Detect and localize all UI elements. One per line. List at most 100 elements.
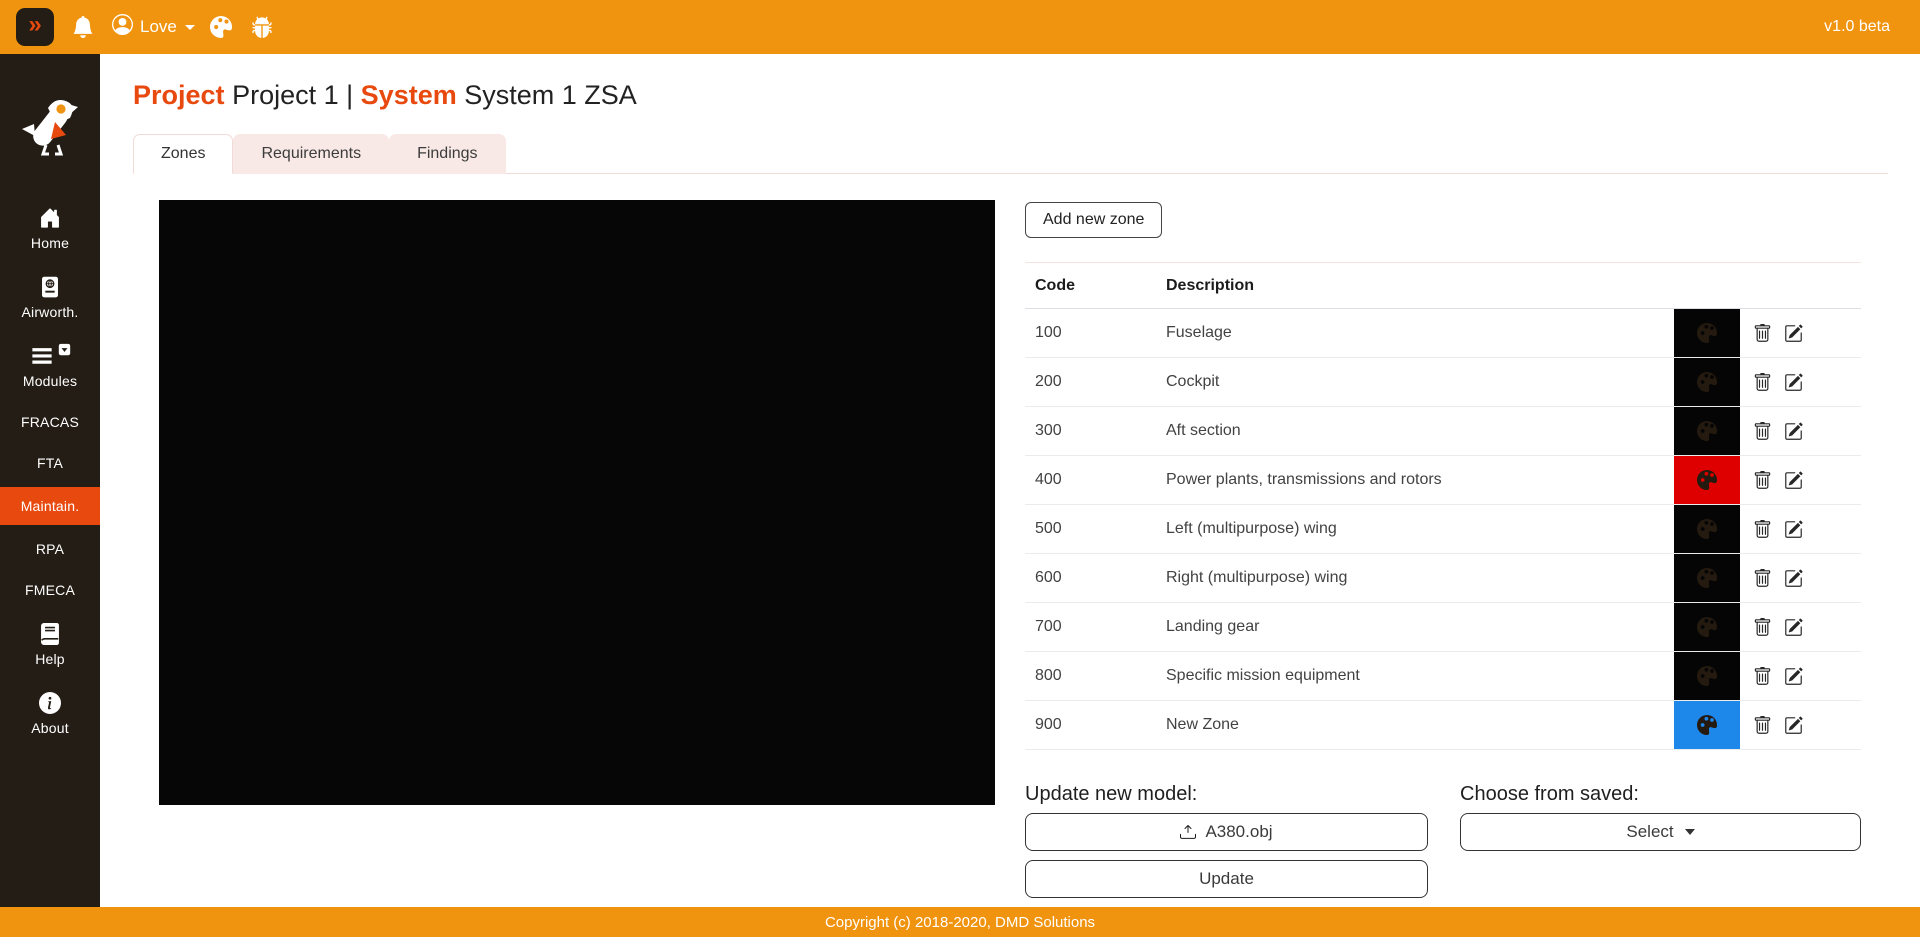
sidebar-item-airworth[interactable]: Airworth. [0, 267, 100, 329]
zone-row: 200Cockpit [1025, 358, 1861, 407]
app-window: » Love v1.0 beta [0, 0, 1920, 937]
delete-zone-button[interactable] [1753, 569, 1772, 588]
footer: Copyright (c) 2018-2020, DMD Solutions [0, 907, 1920, 937]
system-label: System [361, 80, 457, 110]
zone-color-swatch[interactable] [1674, 358, 1740, 406]
project-value: Project 1 [232, 80, 339, 110]
sidebar-item-home[interactable]: Home [0, 198, 100, 260]
edit-zone-button[interactable] [1784, 422, 1803, 441]
edit-zone-button[interactable] [1784, 520, 1803, 539]
delete-zone-button[interactable] [1753, 716, 1772, 735]
home-icon [39, 207, 61, 229]
trash-icon [1753, 324, 1772, 343]
delete-zone-button[interactable] [1753, 324, 1772, 343]
palette-icon [1697, 617, 1717, 637]
zone-color-cell [1674, 456, 1740, 505]
sidebar-item-label: FMECA [25, 582, 75, 598]
edit-zone-button[interactable] [1784, 618, 1803, 637]
update-model-button[interactable]: Update [1025, 860, 1428, 898]
edit-zone-button[interactable] [1784, 569, 1803, 588]
edit-zone-button[interactable] [1784, 471, 1803, 490]
sidebar-item-fmeca[interactable]: FMECA [0, 573, 100, 607]
delete-zone-button[interactable] [1753, 618, 1772, 637]
tab-zones[interactable]: Zones [133, 134, 233, 174]
sidebar-item-fracas[interactable]: FRACAS [0, 405, 100, 439]
zone-color-swatch[interactable] [1674, 701, 1740, 749]
trash-icon [1753, 471, 1772, 490]
model-viewer-canvas[interactable] [159, 200, 995, 805]
sidebar-item-label: FRACAS [21, 414, 79, 430]
select-saved-model-dropdown[interactable]: Select [1460, 813, 1861, 851]
user-icon [112, 14, 133, 40]
sidebar-item-about[interactable]: About [0, 683, 100, 745]
sidebar-toggle-button[interactable]: » [16, 8, 54, 46]
double-chevron-right-icon: » [28, 13, 41, 37]
airworthiness-icon [39, 276, 61, 298]
palette-icon [1697, 666, 1717, 686]
sidebar-item-label: FTA [37, 455, 63, 471]
trash-icon [1753, 373, 1772, 392]
edit-zone-button[interactable] [1784, 716, 1803, 735]
page-title: Project Project 1 | System System 1 ZSA [133, 80, 1920, 111]
delete-zone-button[interactable] [1753, 520, 1772, 539]
tab-bar: ZonesRequirementsFindings [133, 133, 1888, 174]
trash-icon [1753, 667, 1772, 686]
palette-icon [1697, 715, 1717, 735]
zone-color-swatch[interactable] [1674, 505, 1740, 553]
sidebar-item-label: RPA [36, 541, 64, 557]
bell-icon[interactable] [72, 16, 94, 38]
delete-zone-button[interactable] [1753, 422, 1772, 441]
zone-row: 300Aft section [1025, 407, 1861, 456]
zone-color-swatch[interactable] [1674, 652, 1740, 700]
zone-description: Power plants, transmissions and rotors [1156, 456, 1674, 505]
zone-color-cell [1674, 554, 1740, 603]
add-new-zone-button[interactable]: Add new zone [1025, 202, 1162, 238]
tab-requirements[interactable]: Requirements [233, 134, 389, 174]
app-logo-bird-icon [18, 94, 82, 158]
edit-zone-button[interactable] [1784, 373, 1803, 392]
zone-code: 800 [1025, 652, 1156, 701]
zone-color-swatch[interactable] [1674, 407, 1740, 455]
delete-zone-button[interactable] [1753, 373, 1772, 392]
sidebar-item-label: Help [35, 651, 65, 667]
zone-color-cell [1674, 358, 1740, 407]
chevron-down-icon [185, 25, 195, 30]
zone-color-swatch[interactable] [1674, 456, 1740, 504]
sidebar-item-help[interactable]: Help [0, 614, 100, 676]
project-label: Project [133, 80, 225, 110]
edit-zone-button[interactable] [1784, 324, 1803, 343]
zone-code: 200 [1025, 358, 1156, 407]
edit-icon [1784, 520, 1803, 539]
zone-actions [1740, 652, 1861, 701]
zone-actions [1740, 407, 1861, 456]
zone-description: Fuselage [1156, 309, 1674, 358]
sidebar-nav: Home Airworth. Modules FRACAS FTA Maintain. RP… [0, 198, 100, 752]
zone-row: 500Left (multipurpose) wing [1025, 505, 1861, 554]
model-file-name: A380.obj [1205, 822, 1272, 842]
sidebar-item-maintain[interactable]: Maintain. [0, 487, 100, 525]
edit-icon [1784, 618, 1803, 637]
palette-icon[interactable] [210, 16, 232, 38]
edit-icon [1784, 373, 1803, 392]
zone-color-swatch[interactable] [1674, 554, 1740, 602]
sidebar-item-fta[interactable]: FTA [0, 446, 100, 480]
model-file-button[interactable]: A380.obj [1025, 813, 1428, 851]
zone-actions [1740, 701, 1861, 750]
delete-zone-button[interactable] [1753, 471, 1772, 490]
zones-table: Code Description 100Fuselage200Cockpit30… [1025, 262, 1861, 750]
tab-findings[interactable]: Findings [389, 134, 505, 174]
edit-zone-button[interactable] [1784, 667, 1803, 686]
bug-icon[interactable] [251, 16, 273, 38]
zone-color-swatch[interactable] [1674, 603, 1740, 651]
trash-icon [1753, 569, 1772, 588]
delete-zone-button[interactable] [1753, 667, 1772, 686]
palette-icon [1697, 568, 1717, 588]
zone-color-swatch[interactable] [1674, 309, 1740, 357]
user-menu[interactable]: Love [112, 14, 195, 40]
edit-icon [1784, 324, 1803, 343]
sidebar-item-rpa[interactable]: RPA [0, 532, 100, 566]
sidebar-item-modules[interactable]: Modules [0, 336, 100, 398]
model-controls: Update new model: A380.obj Update Choos [1025, 783, 1861, 898]
zone-row: 400Power plants, transmissions and rotor… [1025, 456, 1861, 505]
zone-row: 700Landing gear [1025, 603, 1861, 652]
